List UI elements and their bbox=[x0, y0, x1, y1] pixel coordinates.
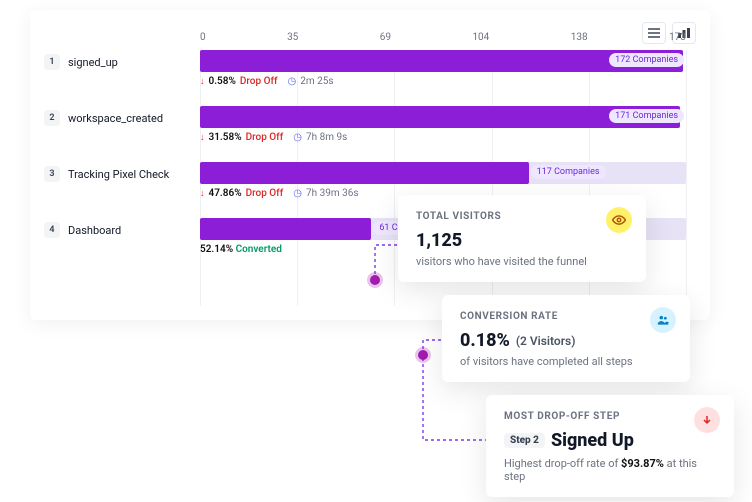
time-stat: ◷ 7h 8m 9s bbox=[293, 132, 347, 143]
dropoff-step-name: Signed Up bbox=[551, 430, 634, 451]
rate-prefix: Highest drop-off rate of bbox=[504, 457, 621, 470]
clock-icon: ◷ bbox=[288, 76, 297, 87]
card-title: CONVERSION RATE bbox=[460, 311, 672, 322]
connector-dot bbox=[418, 350, 428, 360]
conversion-rate-card[interactable]: CONVERSION RATE 0.18% (2 Visitors) of vi… bbox=[442, 295, 690, 382]
time-value: 7h 39m 36s bbox=[306, 188, 359, 199]
conversion-pct: 0.18% bbox=[460, 330, 510, 351]
step-label: workspace_created bbox=[68, 112, 163, 125]
time-stat: ◷ 7h 39m 36s bbox=[293, 188, 358, 199]
drop-label: Drop Off bbox=[246, 132, 284, 143]
drop-pct: 47.86% bbox=[209, 188, 242, 199]
x-tick: 104 bbox=[472, 32, 489, 43]
card-title: TOTAL VISITORS bbox=[416, 211, 628, 222]
drop-off-stat: ↓ 31.58% Drop Off bbox=[200, 132, 283, 143]
x-tick: 0 bbox=[200, 32, 206, 43]
drop-off-stat: ↓ 0.58% Drop Off bbox=[200, 76, 278, 87]
drop-off-stat: ↓ 47.86% Drop Off bbox=[200, 188, 283, 199]
clock-icon: ◷ bbox=[293, 188, 302, 199]
count-badge: 171 Companies bbox=[609, 109, 684, 123]
drop-pct: 31.58% bbox=[209, 132, 242, 143]
clock-icon: ◷ bbox=[293, 132, 302, 143]
converted-stat: 52.14% Converted bbox=[200, 244, 282, 255]
funnel-bar[interactable] bbox=[200, 162, 529, 184]
card-value: Step 2 Signed Up bbox=[504, 430, 716, 451]
funnel-step-row: 2 workspace_created 171 Companies ↓ 31.5… bbox=[44, 106, 686, 162]
card-value: 1,125 bbox=[416, 230, 628, 251]
converted-pct: 52.14% bbox=[200, 244, 233, 255]
time-stat: ◷ 2m 25s bbox=[288, 76, 334, 87]
step-label: Tracking Pixel Check bbox=[68, 168, 169, 181]
step-number: 1 bbox=[44, 54, 60, 70]
time-value: 2m 25s bbox=[300, 76, 333, 87]
card-value: 0.18% (2 Visitors) bbox=[460, 330, 672, 351]
drop-label: Drop Off bbox=[246, 188, 284, 199]
x-tick: 138 bbox=[571, 32, 588, 43]
step-number: 4 bbox=[44, 222, 60, 238]
card-sub: Highest drop-off rate of $93.87% at this… bbox=[504, 457, 716, 483]
funnel-step-row: 1 signed_up 172 Companies ↓ 0.58% Drop O… bbox=[44, 50, 686, 106]
count-badge: 172 Companies bbox=[609, 53, 684, 67]
x-axis: 0 35 69 104 138 173 bbox=[200, 32, 686, 43]
connector-dot bbox=[370, 275, 380, 285]
time-value: 7h 8m 9s bbox=[306, 132, 347, 143]
arrow-down-icon bbox=[694, 407, 720, 433]
drop-pct: 0.58% bbox=[209, 76, 236, 87]
x-tick: 173 bbox=[669, 32, 686, 43]
total-visitors-card[interactable]: TOTAL VISITORS 1,125 visitors who have v… bbox=[398, 195, 646, 282]
step-chip: Step 2 bbox=[504, 433, 545, 448]
people-icon bbox=[650, 307, 676, 333]
eye-icon bbox=[606, 207, 632, 233]
step-label: signed_up bbox=[68, 56, 118, 69]
funnel-bar[interactable] bbox=[200, 218, 371, 240]
arrow-down-icon: ↓ bbox=[200, 76, 205, 87]
x-tick: 35 bbox=[287, 32, 298, 43]
count-badge: 117 Companies bbox=[531, 165, 606, 179]
x-tick: 69 bbox=[380, 32, 391, 43]
most-dropoff-card[interactable]: MOST DROP-OFF STEP Step 2 Signed Up High… bbox=[486, 395, 734, 497]
step-label: Dashboard bbox=[68, 224, 121, 237]
card-sub: of visitors have completed all steps bbox=[460, 355, 672, 368]
converted-label: Converted bbox=[236, 244, 282, 255]
drop-label: Drop Off bbox=[240, 76, 278, 87]
conversion-extra: (2 Visitors) bbox=[516, 334, 576, 348]
arrow-down-icon: ↓ bbox=[200, 188, 205, 199]
rate-value: $93.87% bbox=[621, 457, 664, 470]
step-number: 3 bbox=[44, 166, 60, 182]
card-sub: visitors who have visited the funnel bbox=[416, 255, 628, 268]
card-title: MOST DROP-OFF STEP bbox=[504, 411, 716, 422]
arrow-down-icon: ↓ bbox=[200, 132, 205, 143]
step-number: 2 bbox=[44, 110, 60, 126]
